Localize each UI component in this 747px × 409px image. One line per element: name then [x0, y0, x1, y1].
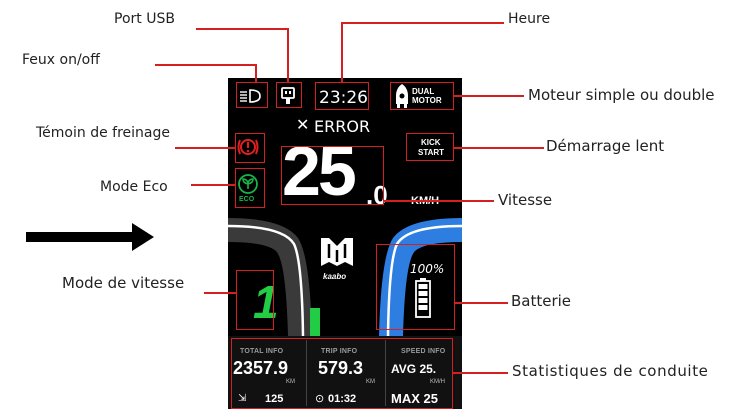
leader-lights: [255, 64, 257, 82]
label-kick: Démarrage lent: [546, 137, 665, 155]
leader-motor: [454, 95, 524, 97]
highlight-time: [315, 82, 369, 110]
label-battery: Batterie: [511, 292, 572, 310]
leader-lights: [155, 64, 255, 66]
highlight-lights: [236, 82, 268, 108]
brand-logo-icon: [321, 238, 353, 266]
leader-eco: [191, 184, 235, 186]
highlight-stats: [231, 338, 453, 409]
leader-battery: [455, 302, 508, 304]
leader-time: [341, 22, 504, 24]
label-speed: Vitesse: [498, 191, 553, 209]
highlight-gear: [236, 270, 274, 330]
leader-usb: [196, 28, 287, 30]
label-speed-mode: Mode de vitesse: [62, 274, 185, 292]
highlight-battery: [376, 244, 455, 330]
highlight-kick: [406, 133, 454, 161]
highlight-speed: [281, 146, 384, 205]
highlight-brake: [235, 133, 265, 163]
highlight-eco: [235, 168, 265, 208]
leader-speed: [384, 200, 494, 202]
label-lights: Feux on/off: [22, 52, 100, 68]
leader-kick: [454, 147, 544, 149]
leader-time: [341, 22, 343, 82]
leader-stats: [453, 372, 508, 374]
label-eco: Mode Eco: [100, 179, 168, 195]
brand-name: kaabo: [323, 272, 347, 281]
pointer-arrow-icon: [26, 223, 154, 251]
leader-usb: [287, 28, 289, 82]
highlight-usb: [276, 82, 302, 108]
label-usb: Port USB: [114, 11, 175, 27]
label-motor: Moteur simple ou double: [528, 86, 715, 104]
highlight-motor: [390, 82, 454, 110]
leader-brake: [175, 147, 235, 149]
label-stats: Statistiques de conduite: [512, 362, 709, 380]
label-time: Heure: [508, 11, 551, 27]
leader-speed-mode: [204, 292, 236, 294]
label-brake: Témoin de freinage: [36, 125, 170, 141]
